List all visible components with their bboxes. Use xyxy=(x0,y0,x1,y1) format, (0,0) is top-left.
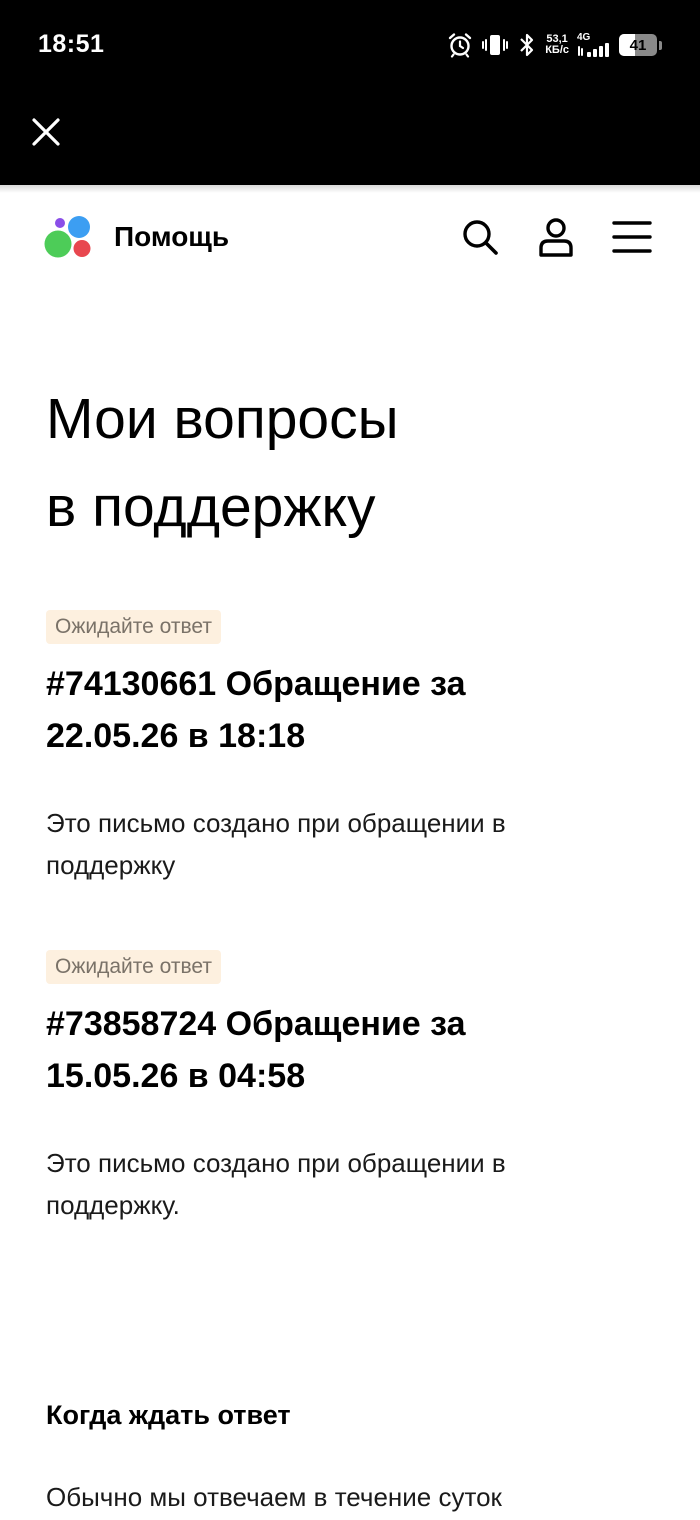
menu-button[interactable] xyxy=(612,217,652,257)
ticket-description-line-1: Это письмо создано при обращении в xyxy=(46,1148,506,1178)
status-time: 18:51 xyxy=(38,30,105,58)
ticket-description-line-2: поддержку xyxy=(46,850,176,880)
cellular-signal: 4G xyxy=(577,33,611,57)
status-icons: 53,1 КБ/с 4G 41 xyxy=(447,28,662,62)
help-title[interactable]: Помощь xyxy=(114,221,229,253)
close-icon xyxy=(32,118,60,146)
status-badge: Ожидайте ответ xyxy=(46,610,222,644)
app-bar-shadow xyxy=(0,185,700,193)
ticket-title-line-2: 22.05.26 в 18:18 xyxy=(46,717,306,755)
alarm-icon xyxy=(447,32,473,58)
response-time-text: Обычно мы отвечаем в течение суток xyxy=(46,1482,502,1512)
menu-icon xyxy=(612,221,652,253)
battery-tip xyxy=(659,40,662,50)
status-bar: 18:51 53,1 КБ/с 4G 41 xyxy=(0,0,700,90)
ticket-title[interactable]: #74130661 Обращение за 22.05.26 в 18:18 xyxy=(46,658,656,762)
ticket-description: Это письмо создано при обращении в подде… xyxy=(46,802,656,886)
search-icon xyxy=(463,220,498,255)
ticket-card[interactable]: Ожидайте ответ #73858724 Обращение за 15… xyxy=(46,950,656,1226)
net-speed-unit: КБ/с xyxy=(545,44,569,56)
app-bar xyxy=(0,90,700,185)
network-type: 4G xyxy=(577,32,591,43)
status-badge: Ожидайте ответ xyxy=(46,950,222,984)
page-title-line-1: Мои вопросы xyxy=(46,387,399,451)
ticket-description-line-2: поддержку. xyxy=(46,1190,180,1220)
ticket-card[interactable]: Ожидайте ответ #74130661 Обращение за 22… xyxy=(46,610,656,886)
site-header: Помощь xyxy=(0,195,700,285)
user-icon xyxy=(539,218,573,257)
ticket-title-line-2: 15.05.26 в 04:58 xyxy=(46,1057,306,1095)
page-title-line-2: в поддержку xyxy=(46,475,376,539)
battery-icon: 41 xyxy=(619,34,657,56)
signal-bars-icon xyxy=(578,43,609,57)
search-button[interactable] xyxy=(460,217,500,257)
net-speed: 53,1 КБ/с xyxy=(545,34,569,56)
ticket-title-line-1: #73858724 Обращение за xyxy=(46,1005,466,1043)
close-button[interactable] xyxy=(28,114,64,150)
page-title: Мои вопросы в поддержку xyxy=(46,388,666,538)
ticket-description-line-1: Это письмо создано при обращении в xyxy=(46,808,506,838)
bluetooth-icon xyxy=(517,32,537,58)
battery-level: 41 xyxy=(629,36,647,54)
response-time-heading: Когда ждать ответ xyxy=(46,1400,291,1430)
ticket-title-line-1: #74130661 Обращение за xyxy=(46,665,466,703)
ticket-title[interactable]: #73858724 Обращение за 15.05.26 в 04:58 xyxy=(46,998,656,1102)
ticket-description: Это письмо создано при обращении в подде… xyxy=(46,1142,656,1226)
help-logo-icon xyxy=(44,216,91,258)
profile-button[interactable] xyxy=(536,217,576,257)
vibrate-icon xyxy=(481,32,509,58)
help-logo[interactable] xyxy=(44,215,94,261)
